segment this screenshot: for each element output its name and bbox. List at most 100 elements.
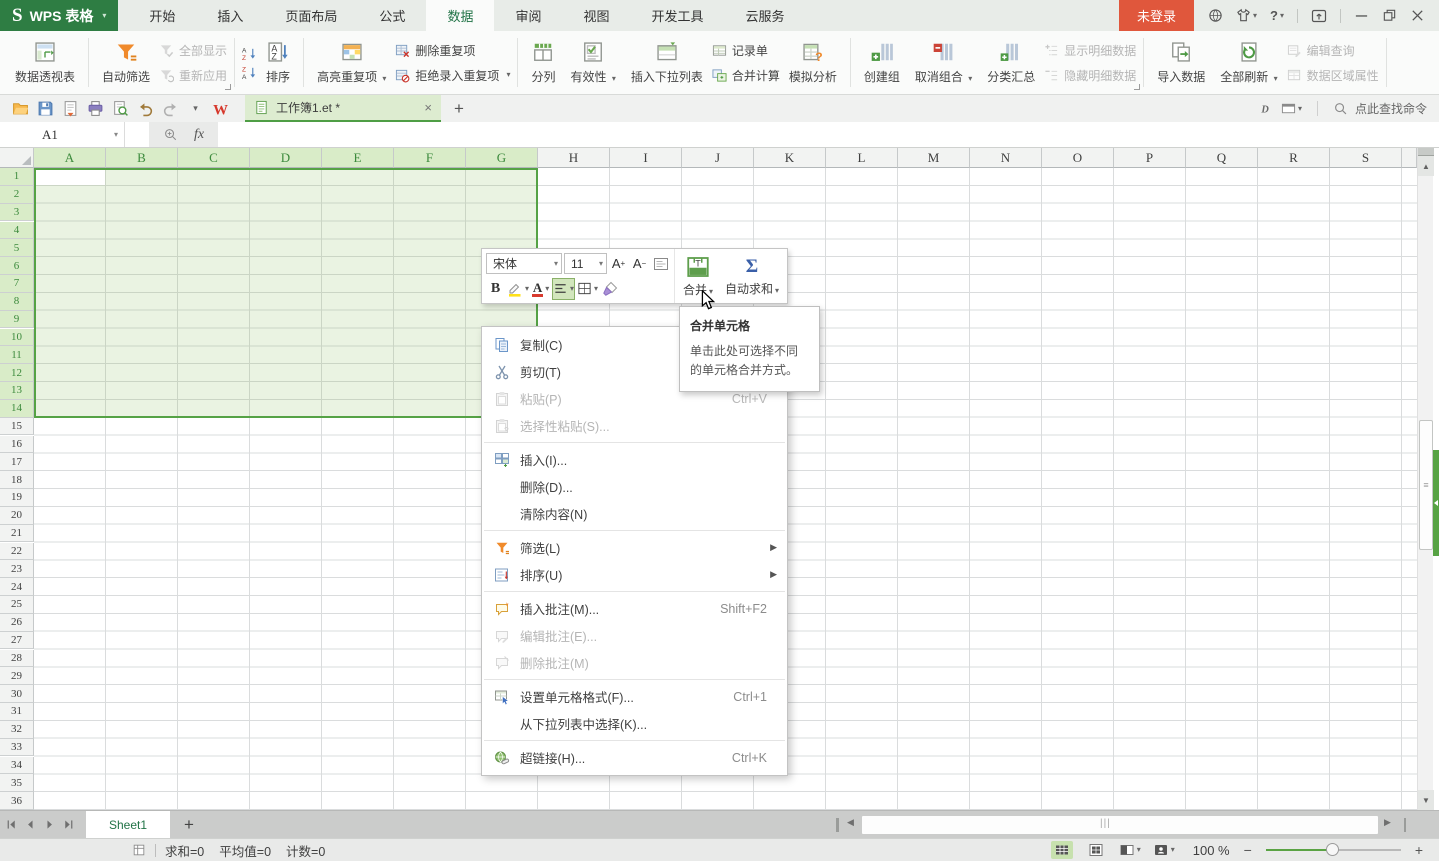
find-command[interactable]: D ▾ 点此查找命令 xyxy=(1259,100,1439,117)
menu-tab-3[interactable]: 公式 xyxy=(358,0,426,31)
column-header-O[interactable]: O xyxy=(1042,148,1114,168)
row-header-29[interactable]: 29 xyxy=(0,667,34,685)
menu-tab-4[interactable]: 数据 xyxy=(426,0,494,31)
close-icon[interactable] xyxy=(1410,8,1425,23)
row-header-18[interactable]: 18 xyxy=(0,471,34,489)
zoom-slider[interactable] xyxy=(1266,843,1401,857)
help-icon[interactable]: ?▾ xyxy=(1270,8,1284,23)
first-sheet-icon[interactable] xyxy=(3,817,19,833)
context-menu-item-5[interactable]: 插入(I)... xyxy=(482,446,787,473)
menu-tab-8[interactable]: 云服务 xyxy=(725,0,806,31)
row-header-28[interactable]: 28 xyxy=(0,650,34,668)
export-icon[interactable] xyxy=(58,97,83,121)
row-header-36[interactable]: 36 xyxy=(0,792,34,810)
save-icon[interactable] xyxy=(33,97,58,121)
row-header-12[interactable]: 12 xyxy=(0,364,34,382)
ribbon-button[interactable]: 分类汇总 xyxy=(981,38,1041,87)
login-button[interactable]: 未登录 xyxy=(1119,0,1194,31)
new-tab-button[interactable]: + xyxy=(441,99,477,119)
insert-function-button[interactable]: fx xyxy=(194,127,204,143)
open-folder-icon[interactable] xyxy=(8,97,33,121)
row-header-1[interactable]: 1 xyxy=(0,168,34,186)
ribbon-button[interactable]: 记录单 xyxy=(712,42,780,59)
row-header-31[interactable]: 31 xyxy=(0,703,34,721)
ribbon-button[interactable]: 导入数据 xyxy=(1151,38,1211,87)
ribbon-button[interactable]: 插入下拉列表 xyxy=(625,38,709,87)
selection-range[interactable] xyxy=(34,168,538,418)
ribbon-button[interactable]: 删除重复项 xyxy=(395,42,510,59)
row-header-15[interactable]: 15 xyxy=(0,418,34,436)
name-box[interactable]: A1 ▾ xyxy=(0,122,125,147)
column-header-D[interactable]: D xyxy=(250,148,322,168)
print-icon[interactable] xyxy=(83,97,108,121)
column-header-H[interactable]: H xyxy=(538,148,610,168)
row-header-10[interactable]: 10 xyxy=(0,329,34,347)
side-panel-tab[interactable] xyxy=(1433,450,1439,556)
column-header-K[interactable]: K xyxy=(754,148,826,168)
decrease-font-button[interactable]: A− xyxy=(630,253,649,275)
ribbon-button[interactable]: 有效性 ▾ xyxy=(564,38,621,87)
column-header-S[interactable]: S xyxy=(1330,148,1402,168)
context-menu-item-10[interactable]: 排序(U)▶ xyxy=(482,561,787,588)
row-header-2[interactable]: 2 xyxy=(0,186,34,204)
column-header-A[interactable]: A xyxy=(34,148,106,168)
column-header-F[interactable]: F xyxy=(394,148,466,168)
next-sheet-icon[interactable] xyxy=(41,817,57,833)
bold-button[interactable]: B xyxy=(486,278,505,300)
page-layout-view-icon[interactable] xyxy=(1085,841,1107,859)
horizontal-scroll-thumb[interactable] xyxy=(862,816,1378,834)
font-size-select[interactable]: 11 ▾ xyxy=(564,253,607,274)
docer-icon[interactable]: D xyxy=(1259,101,1274,116)
ribbon-button[interactable]: 分列 xyxy=(525,38,561,87)
context-menu-item-9[interactable]: 筛选(L)▶ xyxy=(482,534,787,561)
sheet-tab-Sheet1[interactable]: Sheet1 xyxy=(86,811,170,839)
align-button[interactable]: ▾ xyxy=(552,278,575,300)
column-header-R[interactable]: R xyxy=(1258,148,1330,168)
menu-tab-5[interactable]: 审阅 xyxy=(494,0,562,31)
font-name-select[interactable]: 宋体 ▾ xyxy=(486,253,562,274)
active-cell[interactable] xyxy=(36,170,105,185)
ribbon-button[interactable]: 创建组 xyxy=(858,38,906,87)
context-menu-item-17[interactable]: 从下拉列表中选择(K)... xyxy=(482,710,787,737)
wps-writer-icon[interactable]: W xyxy=(208,97,233,121)
row-header-30[interactable]: 30 xyxy=(0,685,34,703)
column-header-B[interactable]: B xyxy=(106,148,178,168)
style-icon[interactable] xyxy=(651,253,670,275)
row-header-6[interactable]: 6 xyxy=(0,257,34,275)
menu-tab-2[interactable]: 页面布局 xyxy=(264,0,358,31)
row-header-19[interactable]: 19 xyxy=(0,489,34,507)
h-split-handle[interactable] xyxy=(836,818,839,832)
row-header-11[interactable]: 11 xyxy=(0,346,34,364)
sort-az-icon[interactable]: AZ xyxy=(242,46,257,61)
ribbon-button[interactable]: 高亮重复项 ▾ xyxy=(311,38,392,87)
context-menu-item-7[interactable]: 清除内容(N) xyxy=(482,500,787,527)
prev-sheet-icon[interactable] xyxy=(22,817,38,833)
column-header-L[interactable]: L xyxy=(826,148,898,168)
context-menu-item-16[interactable]: 设置单元格格式(F)...Ctrl+1 xyxy=(482,683,787,710)
app-logo[interactable]: S WPS 表格 ▾ xyxy=(0,0,118,31)
dialog-launcher-icon[interactable] xyxy=(1134,84,1140,90)
normal-view-icon[interactable] xyxy=(1051,841,1073,859)
ribbon-button[interactable]: 自动筛选 xyxy=(96,38,156,87)
ribbon-button[interactable]: 拒绝录入重复项▾ xyxy=(395,67,510,84)
page-break-view-icon[interactable]: ▾ xyxy=(1119,841,1141,859)
row-header-26[interactable]: 26 xyxy=(0,614,34,632)
dialog-launcher-icon[interactable] xyxy=(225,84,231,90)
row-header-35[interactable]: 35 xyxy=(0,774,34,792)
row-header-16[interactable]: 16 xyxy=(0,436,34,454)
row-header-21[interactable]: 21 xyxy=(0,525,34,543)
vertical-scroll-thumb[interactable]: ≡ xyxy=(1419,420,1433,550)
last-sheet-icon[interactable] xyxy=(60,817,76,833)
row-header-20[interactable]: 20 xyxy=(0,507,34,525)
undo-icon[interactable] xyxy=(133,97,158,121)
ribbon-button[interactable]: ?模拟分析 xyxy=(783,38,843,87)
add-sheet-button[interactable]: + xyxy=(170,815,208,835)
ribbon-button[interactable]: 数据透视表 xyxy=(9,38,81,87)
column-header-C[interactable]: C xyxy=(178,148,250,168)
row-header-32[interactable]: 32 xyxy=(0,721,34,739)
close-tab-icon[interactable]: × xyxy=(424,100,432,115)
format-painter-icon[interactable] xyxy=(600,278,619,300)
highlight-color-button[interactable]: ▾ xyxy=(507,278,529,300)
ribbon-button[interactable]: 取消组合 ▾ xyxy=(909,38,978,87)
document-tab[interactable]: 工作簿1.et * × xyxy=(245,95,441,122)
